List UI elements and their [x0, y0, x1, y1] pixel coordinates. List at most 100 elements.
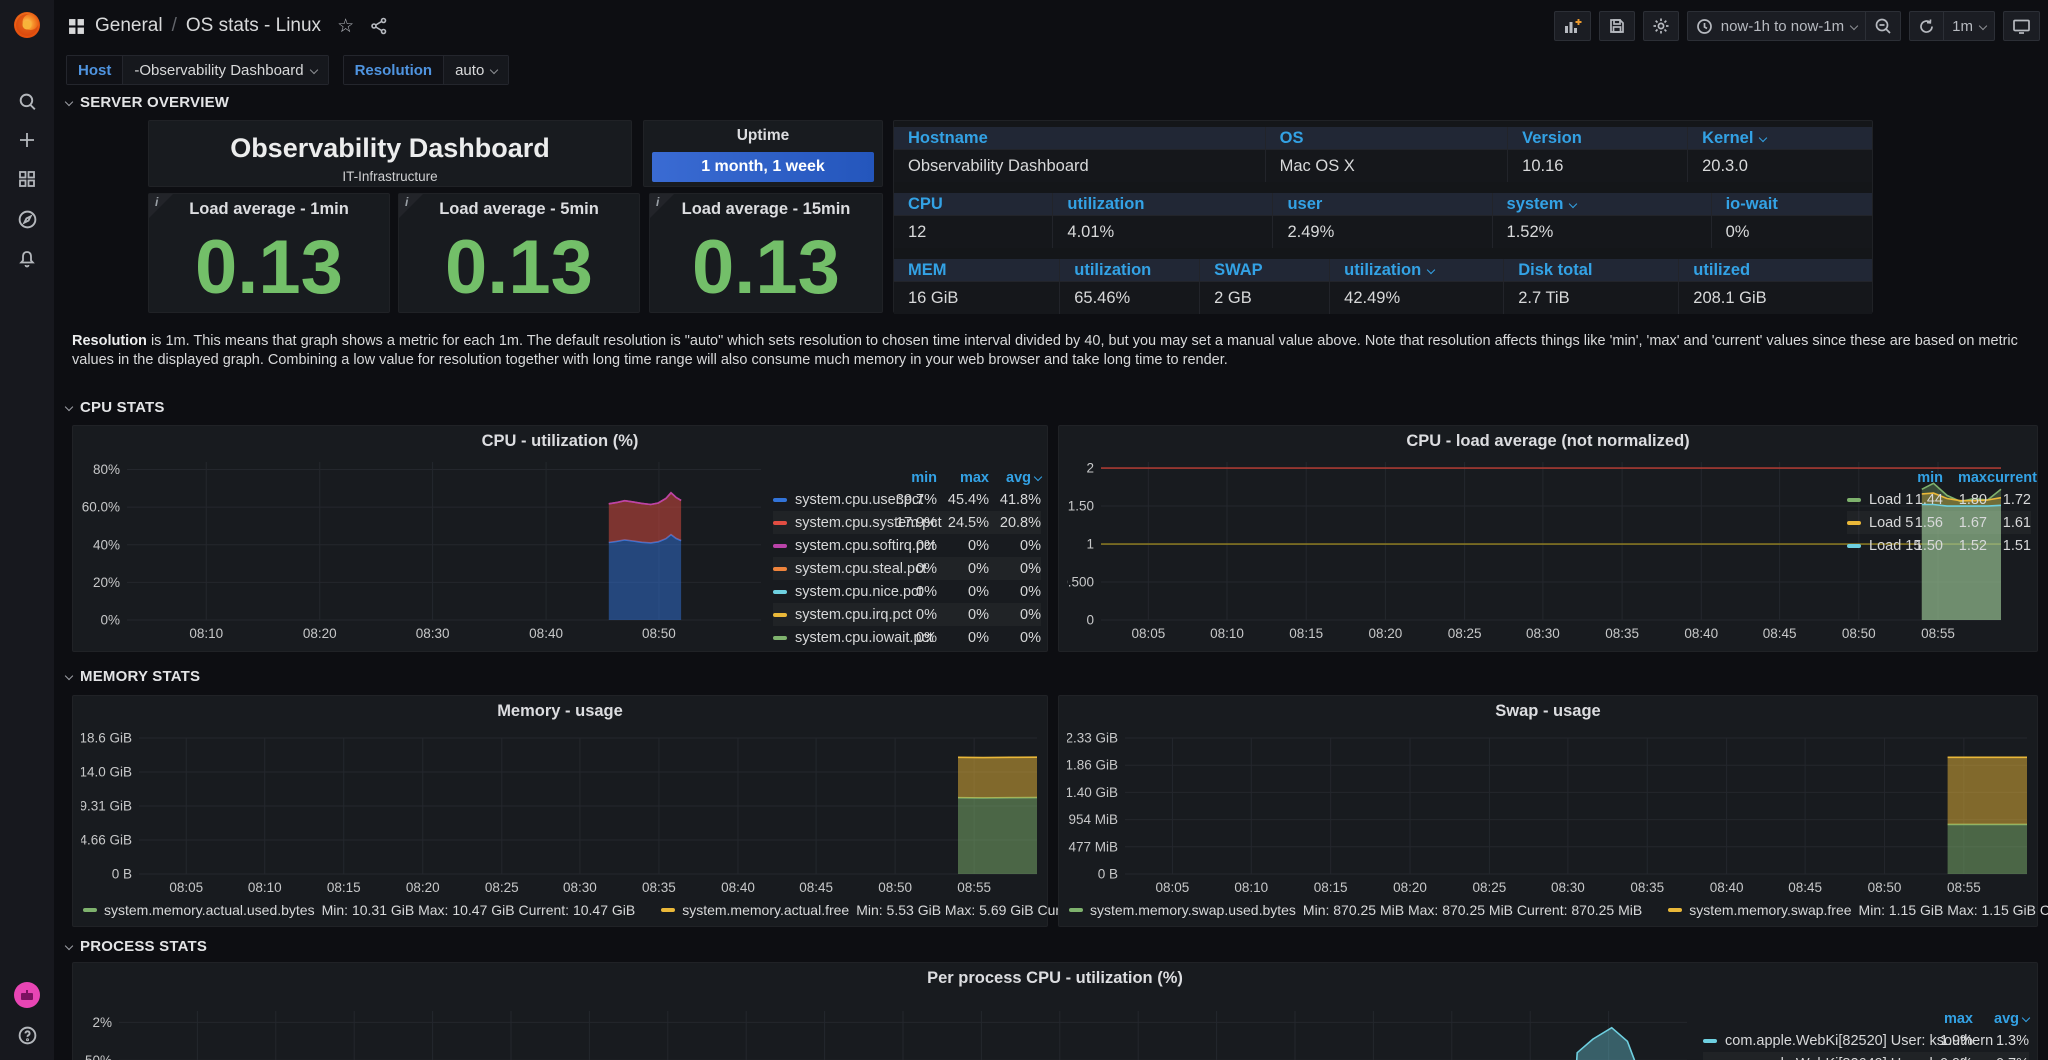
table-header-cell[interactable]: Hostname [894, 127, 1266, 149]
table-value-cell: 16 GiB [894, 282, 1060, 314]
legend-swatch[interactable] [1668, 908, 1682, 912]
table-header-cell[interactable]: user [1273, 193, 1492, 215]
legend-sort-max[interactable]: max [937, 470, 989, 486]
refresh-icon[interactable] [1909, 11, 1944, 41]
cycle-view-monitor-icon[interactable] [2003, 11, 2040, 41]
time-range-picker[interactable]: now-1h to now-1m [1687, 11, 1866, 41]
legend-sort-min[interactable]: min [885, 470, 937, 486]
row-memory-stats[interactable]: MEMORY STATS [66, 668, 200, 685]
legend-value: 1.56 [1899, 515, 1943, 531]
create-plus-icon[interactable] [0, 121, 54, 159]
legend-sort-current[interactable]: current [1987, 470, 2031, 486]
table-header-cell[interactable]: utilized [1679, 259, 1872, 281]
breadcrumb-section[interactable]: General [95, 15, 163, 37]
legend-swatch[interactable] [773, 590, 787, 594]
load-1min-title[interactable]: Load average - 1min [149, 200, 389, 219]
memory-usage-title[interactable]: Memory - usage [73, 702, 1047, 721]
legend-series-name[interactable]: system.memory.swap.free [1689, 902, 1851, 918]
table-header-cell[interactable]: CPU [894, 193, 1053, 215]
row-process-stats[interactable]: PROCESS STATS [66, 938, 207, 955]
legend-sort-max[interactable]: max [1943, 470, 1987, 486]
svg-text:954 MiB: 954 MiB [1068, 812, 1118, 827]
legend-swatch[interactable] [83, 908, 97, 912]
dashboard-settings-gear-icon[interactable] [1643, 11, 1679, 41]
share-icon[interactable] [370, 17, 388, 35]
legend-swatch[interactable] [773, 636, 787, 640]
explore-compass-icon[interactable] [0, 200, 54, 238]
breadcrumb-page[interactable]: OS stats - Linux [186, 15, 321, 37]
table-header-cell[interactable]: utilization [1053, 193, 1273, 215]
star-icon[interactable]: ☆ [337, 15, 354, 38]
process-cpu-chart[interactable]: 2%1.50%1%0.50%0% [81, 991, 1691, 1060]
legend-swatch[interactable] [773, 521, 787, 525]
cpu-load-title[interactable]: CPU - load average (not normalized) [1059, 432, 2037, 451]
table-header-cell[interactable]: SWAP [1200, 259, 1330, 281]
add-panel-button[interactable] [1554, 11, 1591, 41]
host-variable-dropdown[interactable]: -Observability Dashboard [122, 56, 327, 84]
table-header-cell[interactable]: utilization [1330, 259, 1504, 281]
table-header-cell[interactable]: utilization [1060, 259, 1200, 281]
resolution-variable-dropdown[interactable]: auto [443, 56, 508, 84]
table-header-cell[interactable]: Kernel [1688, 127, 1872, 149]
legend-swatch[interactable] [1847, 521, 1861, 525]
help-icon[interactable] [0, 1016, 54, 1054]
grafana-logo-icon[interactable] [9, 7, 45, 43]
legend-series-name[interactable]: com.apple.WebKi[82649] User: ksouthern [1703, 1056, 1917, 1060]
load-1min-value: 0.13 [149, 224, 389, 312]
table-header-cell[interactable]: Version [1508, 127, 1688, 149]
host-title: Observability Dashboard [149, 133, 631, 164]
refresh-interval-dropdown[interactable]: 1m [1944, 11, 1995, 41]
legend-series-name[interactable]: system.cpu.irq.pct [773, 607, 885, 623]
legend-swatch[interactable] [1703, 1039, 1717, 1043]
legend-swatch[interactable] [773, 613, 787, 617]
row-server-overview[interactable]: SERVER OVERVIEW [66, 94, 229, 111]
load-15min-title[interactable]: Load average - 15min [650, 200, 882, 219]
legend-sort-min[interactable]: min [1899, 470, 1943, 486]
dashboards-icon[interactable] [0, 160, 54, 198]
legend-swatch[interactable] [1847, 498, 1861, 502]
legend-sort-avg[interactable]: avg [989, 470, 1041, 486]
legend-series-name[interactable]: system.cpu.user.pct [773, 492, 885, 508]
legend-series-name[interactable]: com.apple.WebKi[82520] User: ksouthern [1703, 1033, 1917, 1049]
row-cpu-stats[interactable]: CPU STATS [66, 399, 165, 416]
swap-usage-title[interactable]: Swap - usage [1059, 702, 2037, 721]
legend-swatch[interactable] [1069, 908, 1083, 912]
load-5min-title[interactable]: Load average - 5min [399, 200, 639, 219]
memory-usage-chart[interactable]: 18.6 GiB14.0 GiB9.31 GiB4.66 GiB0 B08:05… [81, 726, 1043, 900]
legend-series-name[interactable]: system.memory.actual.used.bytes [104, 902, 315, 918]
legend-series-name[interactable]: system.cpu.system.pct [773, 515, 885, 531]
table-header-cell[interactable]: io-wait [1712, 193, 1872, 215]
user-avatar[interactable] [0, 976, 54, 1014]
legend-series-name[interactable]: system.memory.swap.used.bytes [1090, 902, 1296, 918]
table-header-cell[interactable]: Disk total [1504, 259, 1679, 281]
uptime-panel-title[interactable]: Uptime [644, 127, 882, 145]
legend-series-name[interactable]: Load 5 [1847, 515, 1899, 531]
legend-series-name[interactable]: system.cpu.softirq.pct [773, 538, 885, 554]
table-header-cell[interactable]: system [1493, 193, 1712, 215]
save-dashboard-button[interactable] [1599, 11, 1635, 41]
legend-row: system.cpu.iowait.pct0%0%0% [773, 626, 1041, 649]
legend-series-name[interactable]: system.memory.actual.free [682, 902, 849, 918]
svg-text:1: 1 [1086, 537, 1094, 552]
alerting-bell-icon[interactable] [0, 240, 54, 278]
legend-swatch[interactable] [1847, 544, 1861, 548]
legend-sort-avg[interactable]: avg [1973, 1011, 2029, 1027]
process-cpu-title[interactable]: Per process CPU - utilization (%) [73, 969, 2037, 988]
legend-series-name[interactable]: system.cpu.nice.pct [773, 584, 885, 600]
search-icon[interactable] [0, 83, 54, 121]
legend-series-name[interactable]: Load 1 [1847, 492, 1899, 508]
zoom-out-time-icon[interactable] [1866, 11, 1901, 41]
legend-swatch[interactable] [773, 544, 787, 548]
cpu-utilization-chart[interactable]: 80%60.0%40%20%0%08:1008:2008:3008:4008:5… [81, 454, 765, 646]
legend-sort-max[interactable]: max [1917, 1011, 1973, 1027]
legend-swatch[interactable] [661, 908, 675, 912]
legend-series-name[interactable]: system.cpu.steal.pct [773, 561, 885, 577]
legend-swatch[interactable] [773, 498, 787, 502]
legend-swatch[interactable] [773, 567, 787, 571]
cpu-utilization-title[interactable]: CPU - utilization (%) [73, 432, 1047, 451]
table-header-cell[interactable]: MEM [894, 259, 1060, 281]
legend-series-name[interactable]: system.cpu.iowait.pct [773, 630, 885, 646]
swap-usage-chart[interactable]: 2.33 GiB1.86 GiB1.40 GiB954 MiB477 MiB0 … [1067, 726, 2033, 900]
legend-series-name[interactable]: Load 15 [1847, 538, 1899, 554]
table-header-cell[interactable]: OS [1266, 127, 1509, 149]
